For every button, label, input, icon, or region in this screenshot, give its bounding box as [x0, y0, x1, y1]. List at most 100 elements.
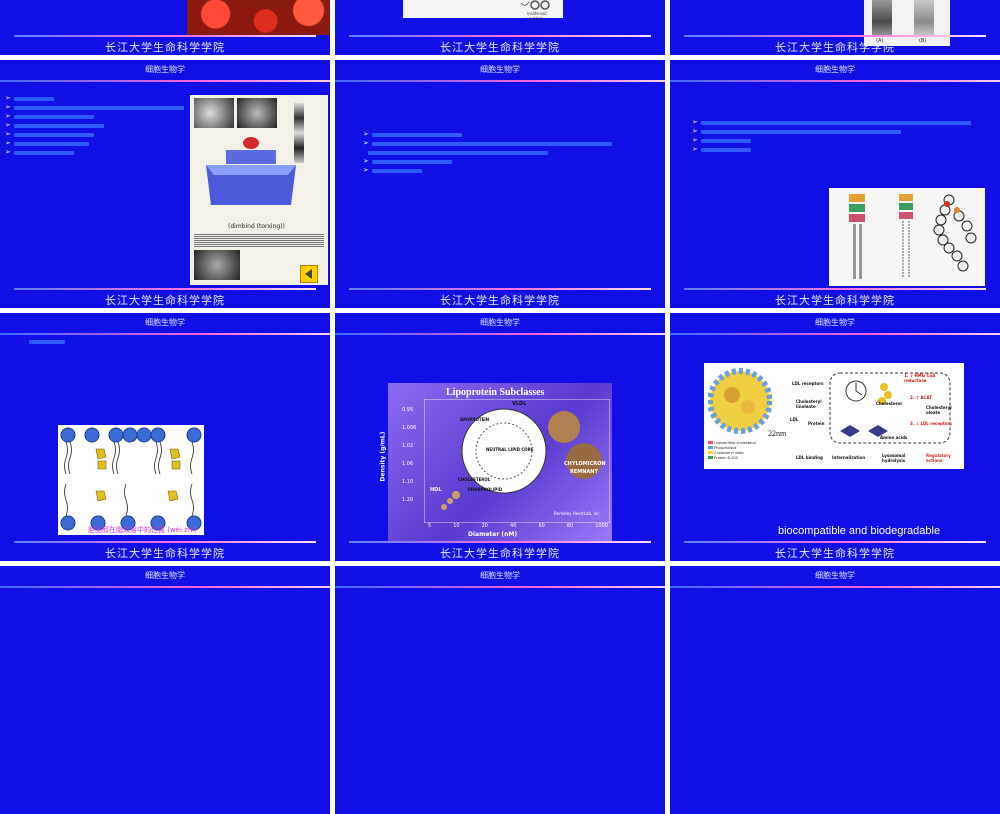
lipoprotein-chart: Lipoprotein Subclasses Density (g/mL) Di… [379, 383, 612, 541]
header-rule [670, 586, 1000, 588]
slide-header: 细胞生物学 [145, 571, 185, 580]
slide-caption: biocompatible and biodegradable [778, 525, 941, 537]
em-photo-3 [194, 250, 240, 280]
bullet-list: ➢ ➢ ➢ ➢ ➢ ➢ ➢ [5, 94, 184, 157]
gel-lane-a [872, 0, 892, 36]
arrow-left-icon [305, 269, 312, 279]
slide-header: 细胞生物学 [480, 65, 520, 74]
phospholipid-label: PHOSPHOLIPID [468, 487, 503, 492]
slide-footer: 长江大学生命科学学院 [775, 294, 895, 307]
step-1-label: 1. ↓ HMG CoA reductase [904, 373, 936, 383]
bilayer-icon [60, 427, 202, 531]
header-rule [0, 80, 330, 82]
amino-acids-label: Amino acids [880, 435, 908, 440]
ldl-particle-icon [708, 368, 772, 434]
slide-header: 细胞生物学 [480, 571, 520, 580]
header-rule [335, 333, 665, 335]
chylomicron-label: CHYLOMICRON [564, 461, 606, 467]
slide-header: 细胞生物学 [145, 318, 185, 327]
slide-footer: 长江大学生命科学学院 [105, 547, 225, 560]
slide-footer: 长江大学生命科学学院 [440, 547, 560, 560]
legend: Unesterified cholesterol Phospholipid Ch… [708, 441, 756, 461]
vesicle-label: inside-out vesicles [527, 11, 547, 21]
cholesterol-label: Cholesterol [876, 401, 902, 406]
footer-rule [684, 288, 986, 290]
y-tick-labels: 0.95 1.006 1.02 1.06 1.10 1.20 [402, 407, 417, 503]
red-blood-cells-image [187, 0, 330, 35]
x-axis-label: Diameter (nM) [468, 531, 518, 538]
credit-label: Berkeley HeartLab, Inc. [554, 511, 601, 516]
apoprotein-label: APOPROTEIN [460, 417, 490, 422]
slide-header: 细胞生物学 [815, 65, 855, 74]
cholesterol-label: CHOLESTEROL [458, 477, 491, 482]
slide-footer: 长江大学生命科学学院 [440, 41, 560, 54]
lipid-structure-figure [829, 188, 985, 286]
slide-header: 细胞生物学 [815, 318, 855, 327]
slide-footer: 长江大学生命科学学院 [775, 41, 895, 54]
internalization-label: Internalization [832, 455, 866, 460]
step-3-label: 3. ↓ LDL receptors [910, 421, 952, 426]
membrane-protein-figure: (dimbind (torxing)) [190, 95, 328, 285]
remnant-label: REMNANT [570, 469, 598, 475]
slide-3[interactable]: (A) (B) 长江大学生命科学学院 [670, 0, 1000, 55]
bullet-list: ◦ [22, 337, 66, 346]
x-tick-labels: 5 10 20 40 60 80 1000 [428, 523, 608, 529]
footer-rule [684, 541, 986, 543]
lipid-molecule-icon [849, 194, 977, 279]
slide-header: 细胞生物学 [815, 571, 855, 580]
slide-9[interactable]: 细胞生物学 22nm Unesterified cholesterol Phos… [670, 313, 1000, 561]
hdl-label: HDL [430, 487, 442, 493]
footer-rule [684, 35, 986, 37]
header-rule [670, 333, 1000, 335]
slide-6[interactable]: 细胞生物学 ➢ ➢ ➢ ➢ 长江大学生命科学学院 [670, 60, 1000, 308]
slide-10[interactable]: 细胞生物学 [0, 566, 330, 814]
footer-rule [349, 35, 651, 37]
slide-footer: 长江大学生命科学学院 [105, 294, 225, 307]
figure-caption: 胆固醇在脂双层中的位置 (wèi zhì) [88, 526, 197, 534]
vesicles-figure: inside-out vesicles [403, 0, 563, 21]
step-2-label: 2. ↑ ACAT [910, 395, 932, 400]
footer-rule [14, 35, 316, 37]
ldl-pathway-figure: 22nm Unesterified cholesterol Phospholip… [704, 363, 964, 469]
core-label: NEUTRAL LIPID CORE [486, 447, 534, 452]
regulatory-actions-label: Regulatory actions [926, 453, 951, 463]
footer-rule [14, 288, 316, 290]
header-rule [335, 80, 665, 82]
slide-11[interactable]: 细胞生物学 [335, 566, 665, 814]
slide-2[interactable]: inside-out vesicles 长江大学生命科学学院 [335, 0, 665, 55]
slide-footer: 长江大学生命科学学院 [440, 294, 560, 307]
chart-title: Lipoprotein Subclasses [446, 387, 545, 398]
slide-header: 细胞生物学 [145, 65, 185, 74]
cholesteryl-oleate-label: Cholesteryl oleate [926, 405, 952, 415]
lysosomal-hydrolysis-label: Lysosomal hydrolysis [882, 453, 906, 463]
caption-text-block [194, 233, 324, 247]
footer-rule [349, 541, 651, 543]
header-rule [0, 586, 330, 588]
figure-caption: (dimbind (torxing)) [228, 223, 285, 230]
em-photo-1 [194, 98, 234, 128]
slide-5[interactable]: 细胞生物学 ➢ ➢ ➢ ➢ 长江大学生命科学学院 [335, 60, 665, 308]
slide-header: 细胞生物学 [480, 318, 520, 327]
header-rule [335, 586, 665, 588]
header-rule [670, 80, 1000, 82]
bullet-list: ➢ ➢ ➢ ➢ [363, 130, 612, 175]
footer-rule [14, 541, 316, 543]
back-arrow-button[interactable] [300, 265, 318, 283]
slide-4[interactable]: 细胞生物学 ➢ ➢ ➢ ➢ ➢ ➢ ➢ (dimbind (torxing)) … [0, 60, 330, 308]
vldl-label: VLDL [512, 401, 527, 407]
slide-footer: 长江大学生命科学学院 [775, 547, 895, 560]
slide-1[interactable]: 长江大学生命科学学院 [0, 0, 330, 55]
cholesterol-bilayer-figure: 胆固醇在脂双层中的位置 (wèi zhì) [58, 425, 204, 535]
slide-7[interactable]: 细胞生物学 ◦ 胆固醇在脂双层中的位置 (wèi zhì) 长江大学生命科学学院 [0, 313, 330, 561]
footer-rule [349, 288, 651, 290]
size-label: 22nm [768, 429, 787, 438]
ldl-label: LDL [790, 417, 799, 422]
ldl-binding-label: LDL binding [796, 455, 823, 460]
slide-8[interactable]: 细胞生物学 Lipoprotein Subclasses Density (g/… [335, 313, 665, 561]
em-photo-2 [237, 98, 277, 128]
y-axis-label: Density (g/mL) [379, 431, 387, 482]
slide-footer: 长江大学生命科学学院 [105, 41, 225, 54]
slide-12[interactable]: 细胞生物学 [670, 566, 1000, 814]
ldl-receptors-label: LDL receptors [792, 381, 824, 386]
gel-lane-b [914, 0, 934, 36]
